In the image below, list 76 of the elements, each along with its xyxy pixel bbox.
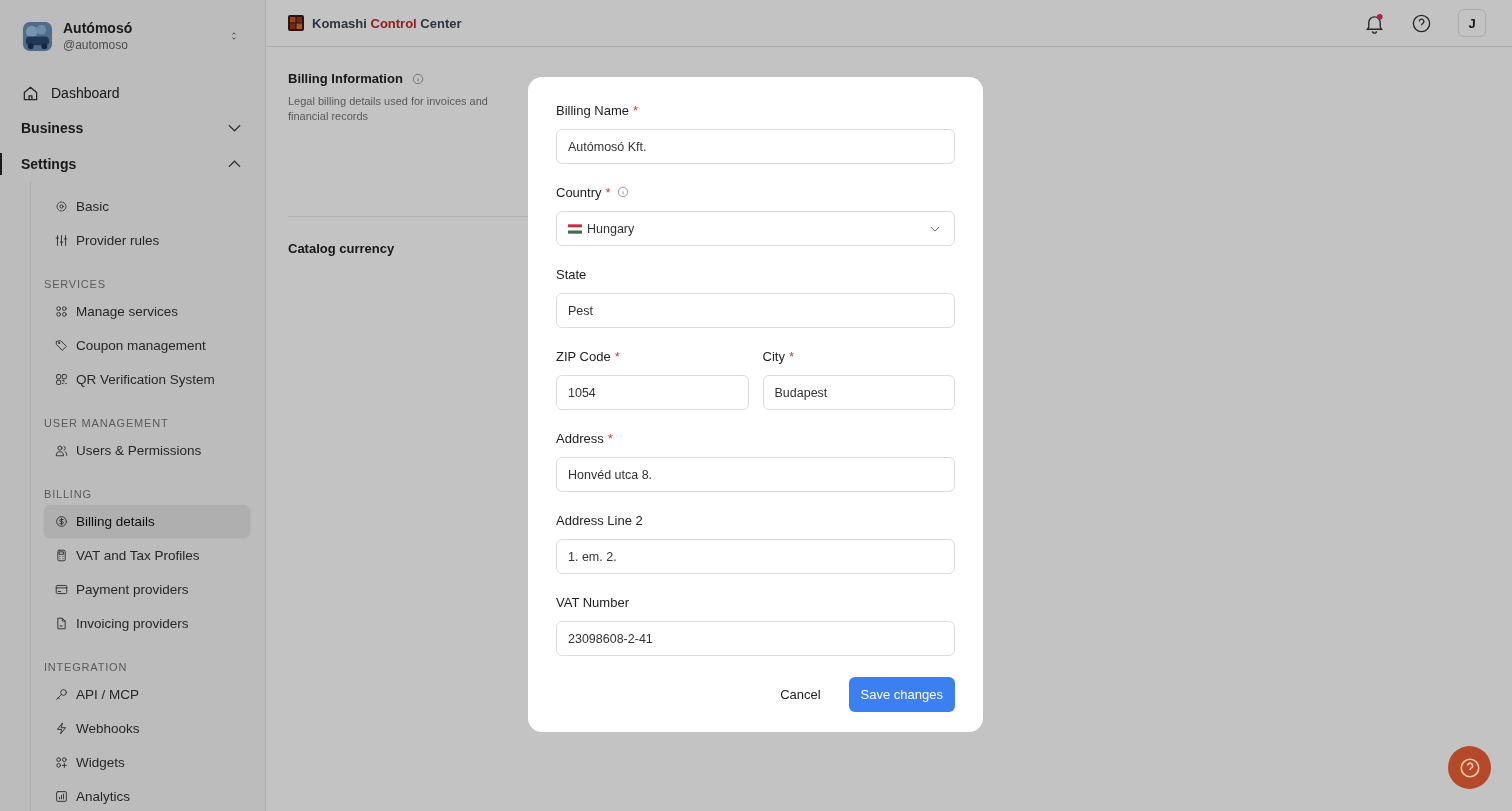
required-mark: * <box>607 430 613 446</box>
nav-item[interactable]: Payment providers <box>44 573 250 605</box>
field-label: VAT Number <box>556 594 629 610</box>
nav-item[interactable]: Webhooks <box>44 712 250 744</box>
info-icon[interactable] <box>616 186 629 198</box>
field-label: Address <box>556 430 604 446</box>
text-field[interactable]: Budapest <box>762 375 955 410</box>
text-field[interactable]: Pest <box>556 293 955 328</box>
text-field[interactable]: 23098608-2-41 <box>556 621 955 656</box>
brand-logo <box>288 15 304 31</box>
nav-section-heading: INTEGRATION <box>44 660 129 675</box>
save-button[interactable]: Save changes <box>848 677 955 712</box>
nav-item[interactable]: Invoicing providers <box>44 607 250 639</box>
nav-item[interactable]: Billing details <box>44 505 250 537</box>
nav-group[interactable]: Business <box>0 110 265 146</box>
card-icon <box>55 582 68 596</box>
nav-item[interactable]: API / MCP <box>44 678 250 710</box>
text-field[interactable]: Autómosó Kft. <box>556 129 955 164</box>
gear-icon <box>55 199 68 213</box>
nav-section-heading: BILLING <box>44 487 93 502</box>
section-title: Billing Information <box>288 71 403 86</box>
nav-link[interactable]: Dashboard <box>0 76 265 110</box>
switcher-icon[interactable] <box>230 30 238 42</box>
grid-icon <box>55 304 68 318</box>
field-label: Address Line 2 <box>556 512 643 528</box>
nav-item[interactable]: Users & Permissions <box>44 434 250 466</box>
notifications-icon[interactable] <box>1364 12 1385 34</box>
section-title: Catalog currency <box>288 241 396 256</box>
field-label: ZIP Code <box>556 348 611 364</box>
chevron-down-icon <box>930 225 940 232</box>
text-field[interactable]: 1054 <box>556 375 749 410</box>
field-label: Billing Name <box>556 102 629 118</box>
key-icon <box>55 687 68 701</box>
bolt-icon <box>55 721 68 735</box>
workspace-logo <box>22 20 53 52</box>
widgets-icon <box>55 755 68 769</box>
field-label: State <box>556 266 587 282</box>
chart-icon <box>55 789 68 803</box>
calc-icon <box>55 548 68 562</box>
help-icon[interactable] <box>1411 12 1432 34</box>
section-description: Legal billing details used for invoices and financial records <box>288 94 489 124</box>
home-icon <box>22 84 39 102</box>
chevron-down-icon <box>228 124 241 132</box>
workspace-handle: @automoso <box>63 38 129 52</box>
text-field[interactable]: Honvéd utca 8. <box>556 457 955 492</box>
country-select[interactable]: Hungary <box>556 211 955 246</box>
nav-item[interactable]: Basic <box>44 190 250 222</box>
required-mark: * <box>633 102 639 118</box>
nav-item[interactable]: Provider rules <box>44 224 250 256</box>
file-icon <box>55 616 68 630</box>
qr-icon <box>55 372 68 386</box>
users-icon <box>55 443 68 457</box>
field-label: City <box>762 348 785 364</box>
nav-item[interactable]: QR Verification System <box>44 363 250 395</box>
workspace-name: Autómosó <box>63 20 134 36</box>
nav-item[interactable]: Analytics <box>44 780 250 811</box>
cancel-button[interactable]: Cancel <box>766 678 835 711</box>
sliders-icon <box>55 233 68 247</box>
required-mark: * <box>788 348 794 364</box>
flag-icon <box>568 223 582 234</box>
nav-item[interactable]: Coupon management <box>44 329 250 361</box>
info-icon[interactable] <box>411 72 424 85</box>
required-mark: * <box>614 348 620 364</box>
app-title: Komashi Control Center <box>312 15 462 31</box>
chevron-up-icon <box>228 160 241 168</box>
nav-section-heading: USER MANAGEMENT <box>44 416 170 431</box>
text-field[interactable]: 1. em. 2. <box>556 539 955 574</box>
field-label: Country <box>556 184 602 200</box>
nav-item[interactable]: Manage services <box>44 295 250 327</box>
dollar-icon <box>55 514 68 528</box>
tag-icon <box>55 338 68 352</box>
user-avatar[interactable]: J <box>1458 9 1486 37</box>
required-mark: * <box>605 184 611 200</box>
nav-item[interactable]: Widgets <box>44 746 250 778</box>
nav-item[interactable]: VAT and Tax Profiles <box>44 539 250 571</box>
nav-section-heading: SERVICES <box>44 277 107 292</box>
